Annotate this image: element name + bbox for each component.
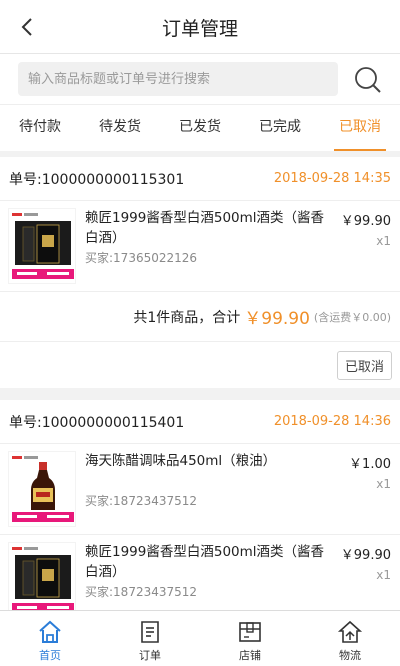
product-thumbnail [8, 208, 76, 284]
order-actions: 已取消 [0, 342, 400, 388]
order-number: 单号:1000000000115401 [9, 414, 185, 431]
order-time: 2018-09-28 14:36 [273, 414, 391, 429]
order-header: 单号:1000000000115401 2018-09-28 14:36 [0, 400, 400, 444]
product-name: 赖匠1999酱香型白酒500ml酒类（酱香白酒） [85, 210, 325, 246]
tabbar-label: 店铺 [239, 649, 261, 662]
tabbar-home[interactable]: 首页 [0, 611, 100, 666]
order-summary: 共1件商品，合计 ￥99.90 (含运费￥0.00) [0, 292, 400, 342]
tabbar-label: 首页 [39, 649, 61, 662]
tab-cancelled[interactable]: 已取消 [320, 105, 400, 151]
bottom-tab-bar: 首页 订单 店铺 物流 [0, 610, 400, 666]
tabbar-orders[interactable]: 订单 [100, 611, 200, 666]
liquor-box-image [9, 543, 75, 610]
store-icon [239, 622, 261, 642]
order-list-icon [141, 621, 159, 643]
order-header: 单号:1000000000115301 2018-09-28 14:35 [0, 157, 400, 201]
liquor-box-image [9, 209, 75, 283]
tabbar-label: 订单 [139, 649, 161, 662]
page-title: 订单管理 [161, 18, 238, 40]
buyer-phone: 买家:17365022126 [85, 251, 198, 265]
order-card: 单号:1000000000115401 2018-09-28 14:36 海天陈… [0, 400, 400, 610]
product-price: ￥99.90 [340, 214, 391, 229]
search-button[interactable] [352, 64, 384, 96]
tabbar-store[interactable]: 店铺 [200, 611, 300, 666]
tabbar-label: 物流 [339, 649, 361, 662]
order-card: 单号:1000000000115301 2018-09-28 14:35 赖匠1… [0, 157, 400, 388]
tabbar-logistics[interactable]: 物流 [300, 611, 400, 666]
summary-amount: ￥99.90 [244, 309, 310, 329]
tab-completed[interactable]: 已完成 [240, 105, 320, 151]
logistics-icon [337, 620, 363, 643]
product-thumbnail [8, 542, 76, 610]
summary-freight: (含运费￥0.00) [313, 310, 391, 324]
order-list[interactable]: 单号:1000000000115301 2018-09-28 14:35 赖匠1… [0, 151, 400, 610]
home-icon [39, 620, 61, 643]
search-bar [0, 54, 400, 104]
tab-pending-payment[interactable]: 待付款 [0, 105, 80, 151]
search-icon [355, 67, 381, 93]
product-thumbnail [8, 451, 76, 527]
search-input[interactable] [18, 62, 338, 96]
order-item[interactable]: 赖匠1999酱香型白酒500ml酒类（酱香白酒） 买家:17365022126 … [0, 201, 400, 292]
product-quantity: x1 [376, 568, 391, 582]
tab-shipped[interactable]: 已发货 [160, 105, 240, 151]
buyer-phone: 买家:18723437512 [85, 494, 198, 508]
order-number: 单号:1000000000115301 [9, 171, 185, 188]
vinegar-bottle-image [9, 452, 75, 526]
product-quantity: x1 [376, 477, 391, 491]
product-price: ￥1.00 [349, 457, 391, 472]
product-name: 海天陈醋调味品450ml（粮油） [85, 453, 277, 469]
tab-pending-shipment[interactable]: 待发货 [80, 105, 160, 151]
order-item[interactable]: 赖匠1999酱香型白酒500ml酒类（酱香白酒） 买家:18723437512 … [0, 535, 400, 610]
cancelled-status-button[interactable]: 已取消 [336, 350, 392, 380]
product-quantity: x1 [376, 234, 391, 248]
product-name: 赖匠1999酱香型白酒500ml酒类（酱香白酒） [85, 544, 325, 580]
order-time: 2018-09-28 14:35 [273, 171, 391, 186]
order-status-tabs: 待付款 待发货 已发货 已完成 已取消 [0, 104, 400, 151]
summary-text: 共1件商品，合计 [133, 309, 241, 326]
app-header: 订单管理 [0, 0, 400, 54]
product-price: ￥99.90 [340, 548, 391, 563]
buyer-phone: 买家:18723437512 [85, 585, 198, 599]
order-item[interactable]: 海天陈醋调味品450ml（粮油） 买家:18723437512 ￥1.00 x1 [0, 444, 400, 535]
